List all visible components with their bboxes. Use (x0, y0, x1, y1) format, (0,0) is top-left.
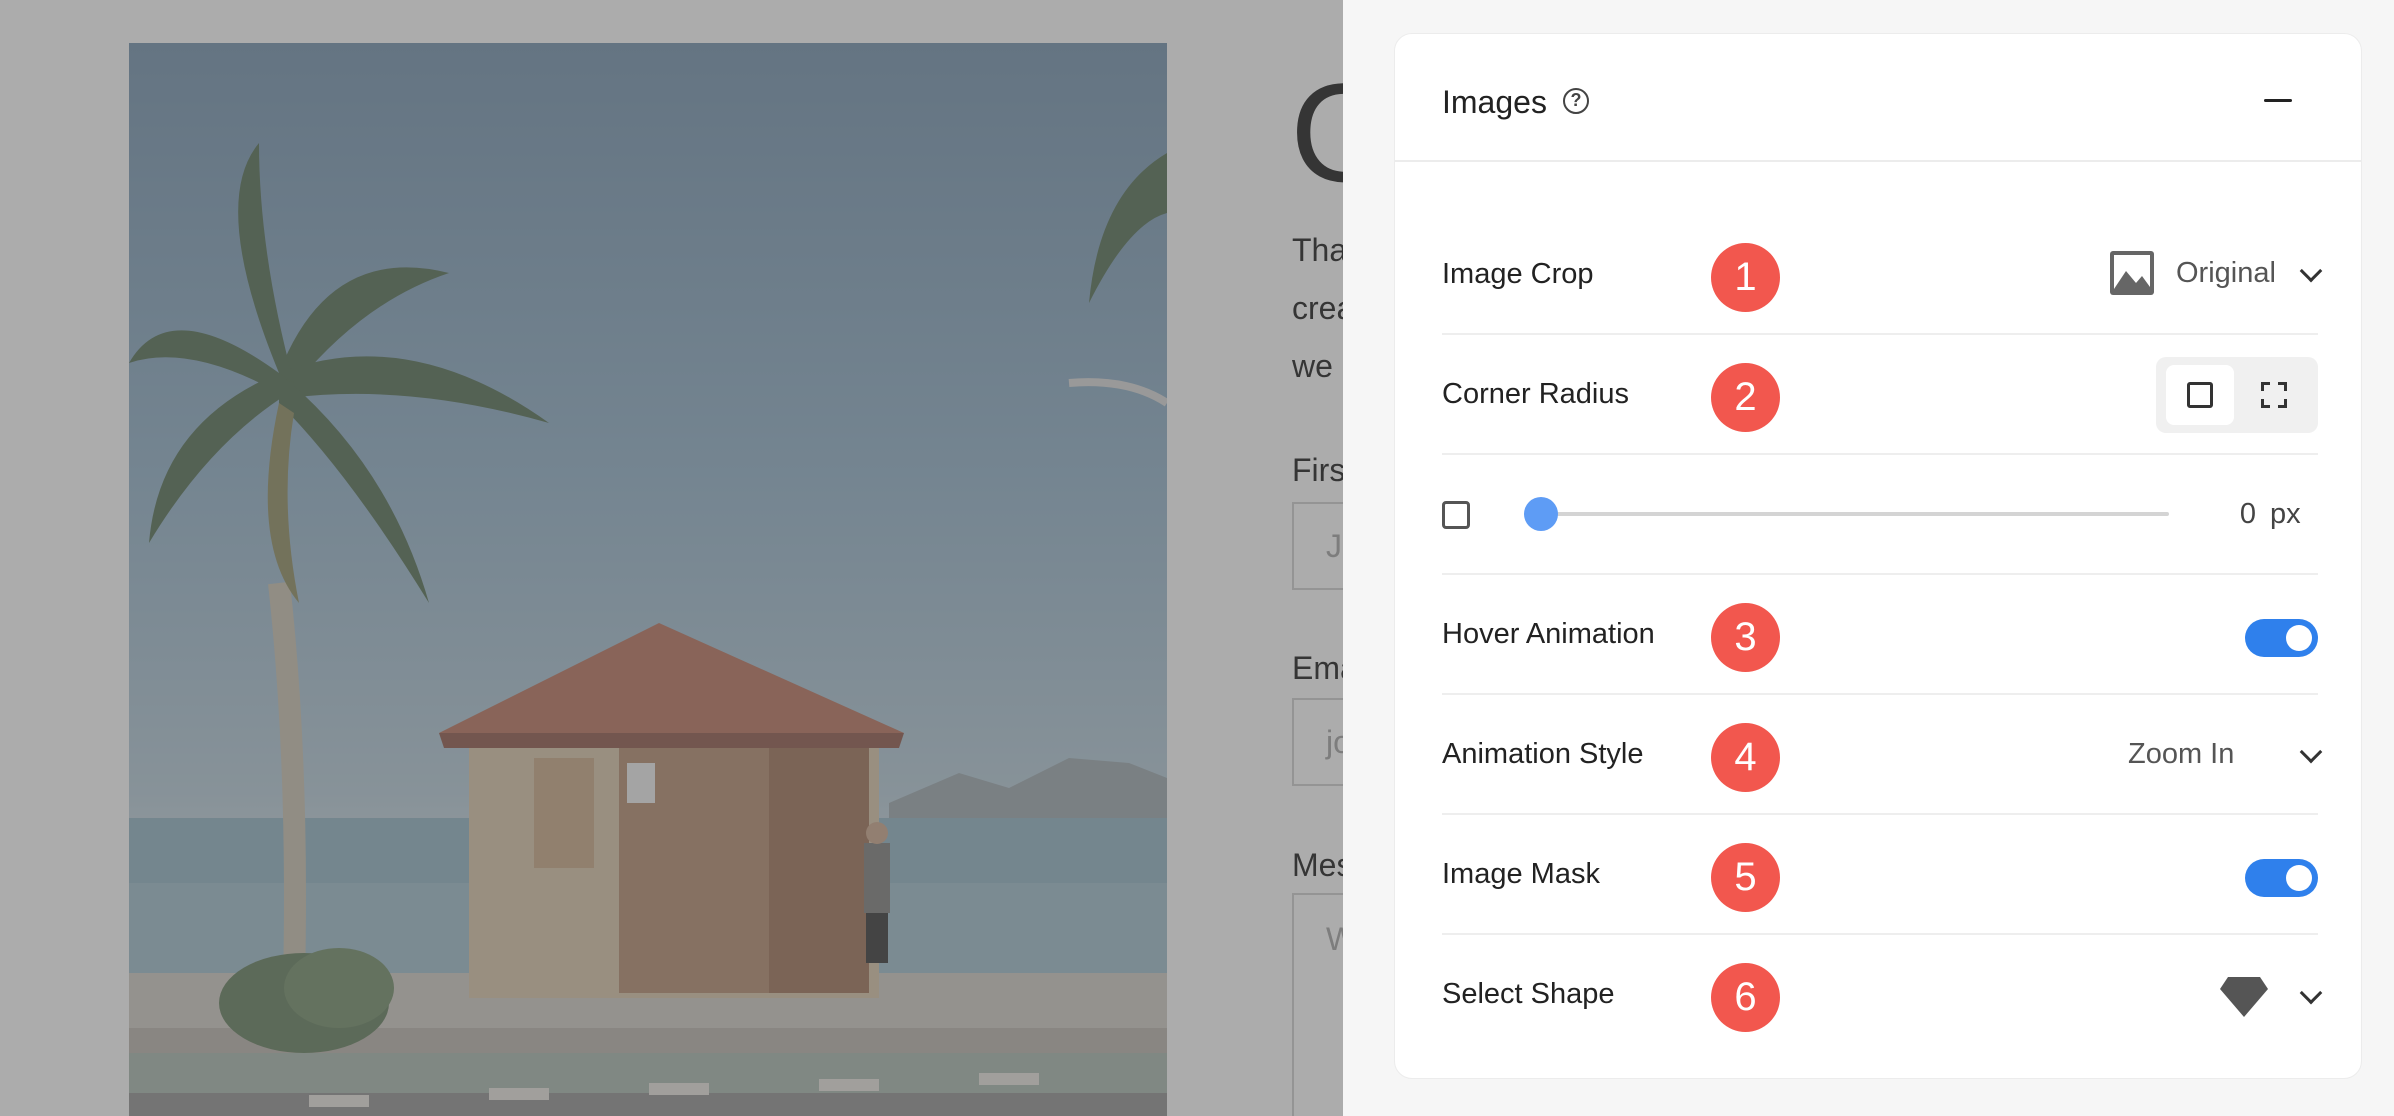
website-preview: G Tha crea we Firs J Ema jo Mes W (0, 0, 1343, 1116)
step-badge-1: 1 (1711, 243, 1780, 312)
step-badge-6: 6 (1711, 963, 1780, 1032)
uniform-corners-icon (2187, 382, 2213, 408)
hover-animation-row: Hover Animation 3 (1442, 575, 2318, 695)
individual-corners-button[interactable] (2240, 365, 2308, 425)
animation-style-label: Animation Style (1442, 738, 1644, 770)
image-crop-row: Image Crop 1 Original (1442, 215, 2323, 335)
corner-radius-slider-row: 0 px (1442, 455, 2318, 575)
chevron-down-icon (2299, 981, 2323, 1005)
toggle-knob (2286, 625, 2312, 651)
hover-animation-toggle[interactable] (2245, 619, 2318, 657)
animation-style-row: Animation Style 4 Zoom In (1442, 695, 2323, 815)
select-shape-row: Select Shape 6 (1442, 935, 2323, 1055)
uniform-corners-button[interactable] (2166, 365, 2234, 425)
toggle-knob (2286, 865, 2312, 891)
corner-radius-label: Corner Radius (1442, 378, 1629, 410)
corner-radius-slider[interactable] (1524, 497, 2169, 531)
image-crop-value: Original (2176, 257, 2276, 289)
hover-animation-label: Hover Animation (1442, 618, 1655, 650)
preview-dim-overlay (0, 0, 1343, 1116)
images-settings-card: Images ? Image Crop 1 Original Corner Ra… (1394, 33, 2362, 1079)
card-title: Images (1442, 84, 1547, 120)
select-shape-dropdown[interactable] (2218, 965, 2323, 1025)
animation-style-value: Zoom In (2128, 738, 2235, 770)
animation-style-dropdown[interactable]: Zoom In (2128, 725, 2323, 785)
corner-radius-row: Corner Radius 2 (1442, 335, 2318, 455)
image-mask-row: Image Mask 5 (1442, 815, 2318, 935)
step-badge-3: 3 (1711, 603, 1780, 672)
corner-radius-mode-toggle (2156, 357, 2318, 433)
individual-corners-icon (2261, 382, 2287, 408)
collapse-minus-icon[interactable] (2259, 86, 2299, 116)
link-corners-checkbox[interactable] (1442, 501, 1470, 529)
corner-radius-value[interactable]: 0 (2191, 498, 2256, 531)
chevron-down-icon (2299, 740, 2323, 764)
corner-radius-unit: px (2270, 498, 2301, 530)
step-badge-2: 2 (1711, 363, 1780, 432)
select-shape-label: Select Shape (1442, 978, 1615, 1010)
image-crop-dropdown[interactable]: Original (2108, 245, 2323, 305)
slider-thumb[interactable] (1524, 497, 1558, 531)
image-mask-toggle[interactable] (2245, 859, 2318, 897)
step-badge-5: 5 (1711, 843, 1780, 912)
image-mask-label: Image Mask (1442, 858, 1600, 890)
question-circle-icon[interactable]: ? (1563, 88, 1589, 114)
card-header: Images ? (1395, 34, 2361, 162)
chevron-down-icon (2299, 259, 2323, 283)
image-icon (2110, 251, 2154, 295)
image-crop-label: Image Crop (1442, 258, 1594, 290)
diamond-shape-icon (2220, 977, 2268, 1017)
step-badge-4: 4 (1711, 723, 1780, 792)
